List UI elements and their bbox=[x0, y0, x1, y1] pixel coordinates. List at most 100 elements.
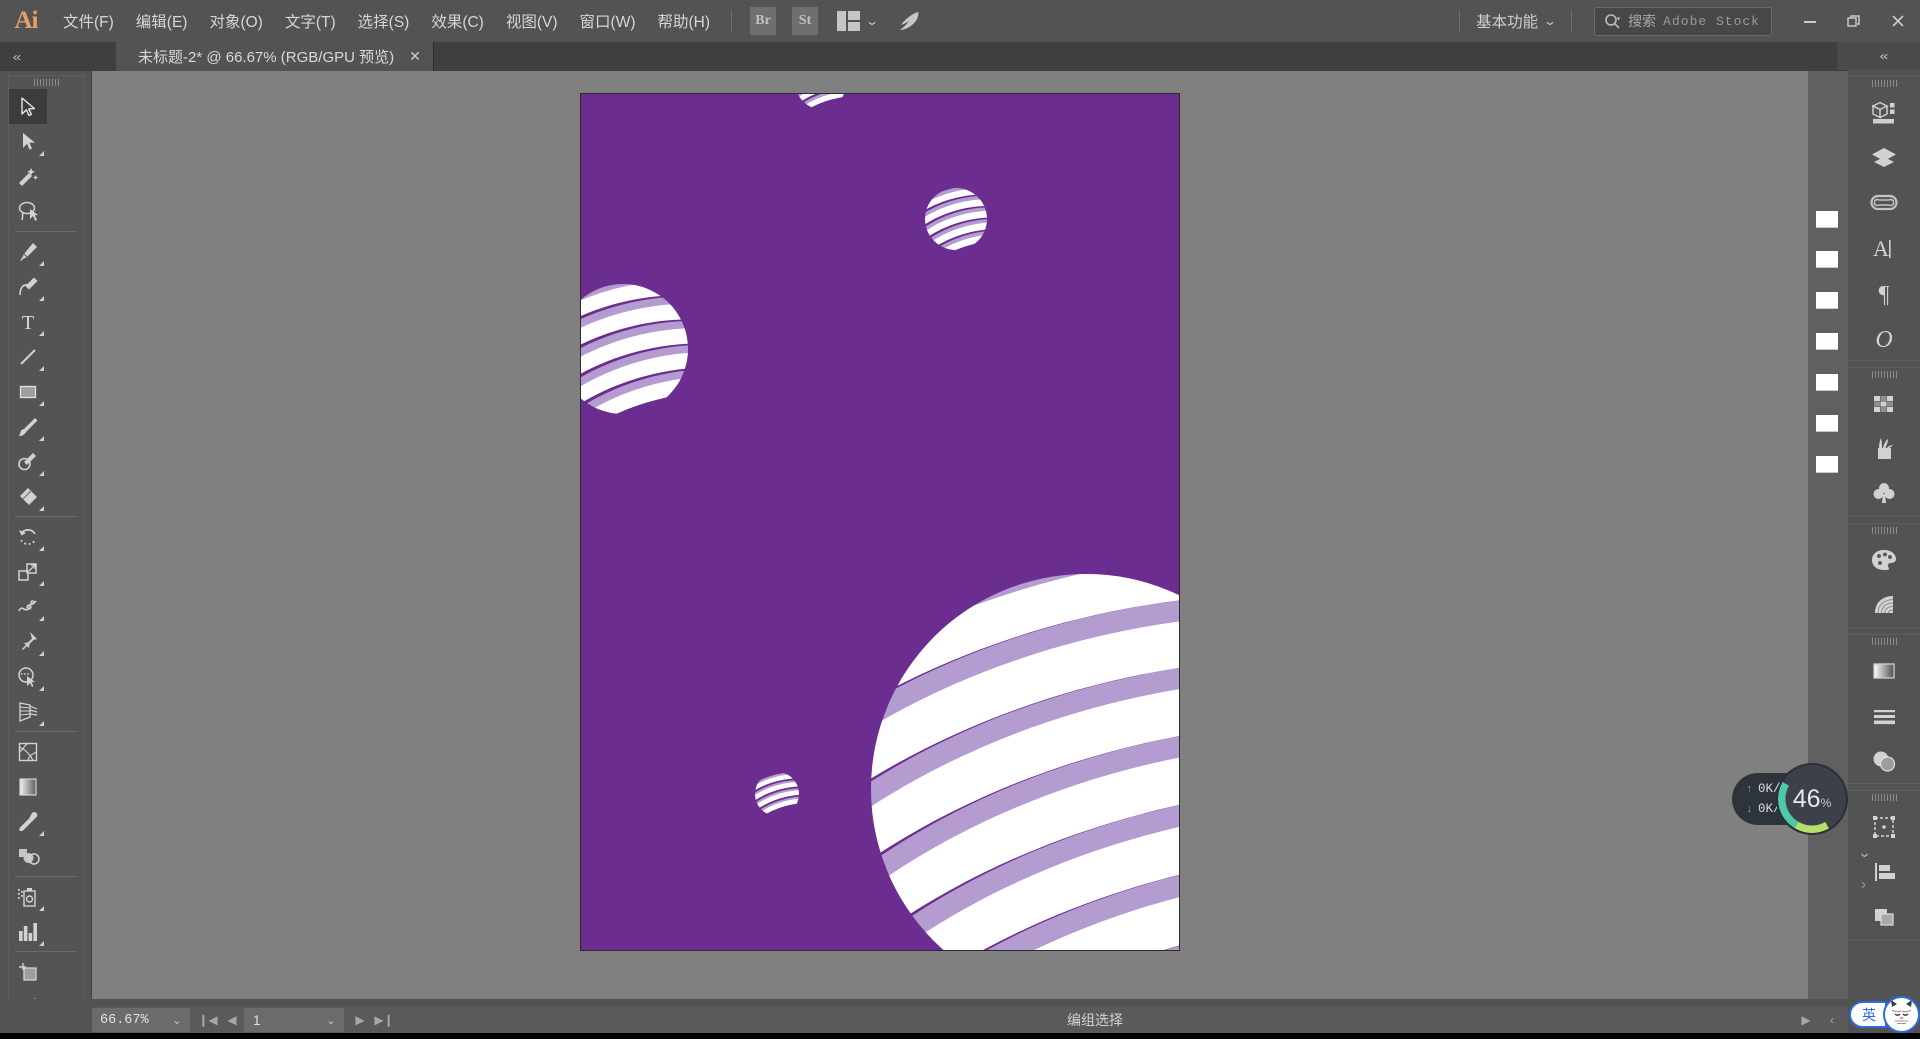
swatch-item[interactable] bbox=[1816, 251, 1838, 268]
zoom-level-input[interactable]: 66.67% bbox=[92, 1008, 164, 1032]
menu-edit[interactable]: 编辑(E) bbox=[125, 0, 199, 42]
shaper-tool[interactable] bbox=[9, 444, 47, 479]
swatch-item[interactable] bbox=[1816, 333, 1838, 350]
dock-group-grip[interactable] bbox=[1848, 791, 1920, 804]
tools-panel-grip[interactable] bbox=[9, 76, 83, 89]
menu-file[interactable]: 文件(F) bbox=[52, 0, 125, 42]
bridge-icon: Br bbox=[750, 7, 777, 35]
menu-effect[interactable]: 效果(C) bbox=[420, 0, 495, 42]
swatch-item[interactable] bbox=[1816, 415, 1838, 432]
gradient-icon[interactable] bbox=[1848, 648, 1920, 693]
eyedropper-tool[interactable] bbox=[9, 804, 47, 839]
transform-icon[interactable] bbox=[1848, 804, 1920, 849]
tray-expand-icon[interactable]: › bbox=[1861, 876, 1866, 893]
scale-tool[interactable] bbox=[9, 554, 47, 589]
bridge-button[interactable]: Br bbox=[746, 6, 780, 36]
direct-selection-tool[interactable] bbox=[9, 124, 47, 159]
cpu-usage-widget[interactable]: 46 % bbox=[1778, 765, 1846, 833]
paintbrush-tool[interactable] bbox=[9, 409, 47, 444]
paragraph-icon[interactable]: ¶ bbox=[1848, 270, 1920, 315]
stock-button[interactable]: St bbox=[788, 6, 822, 36]
perspective-grid-icon bbox=[19, 701, 38, 722]
menu-window[interactable]: 窗口(W) bbox=[569, 0, 647, 42]
mesh-tool[interactable] bbox=[9, 734, 47, 769]
dock-group-grip[interactable] bbox=[1848, 635, 1920, 648]
ime-indicator[interactable]: 英 bbox=[1849, 996, 1920, 1033]
rotate-tool[interactable] bbox=[9, 519, 47, 554]
stroke-icon[interactable] bbox=[1848, 693, 1920, 738]
tray-chevron-icon[interactable]: ⌄ bbox=[1857, 845, 1871, 861]
document-tab[interactable]: 未标题-2* @ 66.67% (RGB/GPU 预览) ✕ bbox=[116, 42, 434, 71]
brushes-icon[interactable] bbox=[1848, 426, 1920, 471]
pathfinder-icon[interactable] bbox=[1848, 894, 1920, 939]
home-button[interactable] bbox=[892, 6, 926, 36]
blend-tool[interactable] bbox=[9, 839, 47, 874]
close-icon[interactable]: ✕ bbox=[409, 48, 421, 65]
symbol-sprayer-tool[interactable] bbox=[9, 879, 47, 914]
pen-tool[interactable] bbox=[9, 234, 47, 269]
swatches-icon[interactable] bbox=[1848, 381, 1920, 426]
lasso-tool[interactable] bbox=[9, 194, 47, 229]
dock-group-grip[interactable] bbox=[1848, 368, 1920, 381]
color-guide-icon[interactable] bbox=[1848, 582, 1920, 627]
column-graph-tool[interactable] bbox=[9, 914, 47, 949]
artboard-dropdown-button[interactable]: ⌄ bbox=[318, 1008, 344, 1032]
shape-builder-tool[interactable] bbox=[9, 659, 47, 694]
prev-artboard-button[interactable]: ◀ bbox=[220, 1008, 244, 1032]
transparency-icon[interactable] bbox=[1848, 738, 1920, 783]
eraser-tool[interactable] bbox=[9, 479, 47, 514]
canvas-area[interactable]: ▲ ▼ bbox=[92, 71, 1848, 999]
curvature-tool[interactable] bbox=[9, 269, 47, 304]
magic-wand-tool[interactable] bbox=[9, 159, 47, 194]
minimize-button[interactable] bbox=[1788, 0, 1832, 42]
menu-view[interactable]: 视图(V) bbox=[495, 0, 569, 42]
flyout-indicator bbox=[39, 616, 44, 621]
arrange-documents-button[interactable]: ⌄ bbox=[830, 6, 884, 36]
artboard[interactable] bbox=[580, 93, 1180, 951]
workspace-switcher[interactable]: 基本功能 ⌄ bbox=[1470, 10, 1561, 32]
restore-button[interactable] bbox=[1832, 0, 1876, 42]
selection-tool[interactable] bbox=[9, 89, 47, 124]
width-tool[interactable] bbox=[9, 589, 47, 624]
perspective-grid-tool[interactable] bbox=[9, 694, 47, 729]
next-artboard-button[interactable]: ▶ bbox=[348, 1008, 372, 1032]
zoom-dropdown-button[interactable]: ⌄ bbox=[164, 1008, 190, 1032]
swatch-item[interactable] bbox=[1816, 211, 1838, 228]
menu-select[interactable]: 选择(S) bbox=[347, 0, 421, 42]
glyphs-icon[interactable]: O bbox=[1848, 315, 1920, 360]
dock-collapse-icon[interactable]: « bbox=[1837, 42, 1920, 70]
first-artboard-button[interactable]: ❙◀ bbox=[196, 1008, 220, 1032]
gradient-tool[interactable] bbox=[9, 769, 47, 804]
properties-icon[interactable] bbox=[1848, 90, 1920, 135]
free-transform-tool[interactable] bbox=[9, 624, 47, 659]
artboard-number-input[interactable]: 1 bbox=[244, 1008, 318, 1032]
symbols-icon[interactable] bbox=[1848, 471, 1920, 516]
flyout-indicator bbox=[39, 686, 44, 691]
swatch-item[interactable] bbox=[1816, 456, 1838, 473]
rectangle-tool[interactable] bbox=[9, 374, 47, 409]
ime-avatar[interactable] bbox=[1883, 996, 1920, 1033]
menu-object[interactable]: 对象(O) bbox=[198, 0, 273, 42]
dock-group-grip[interactable] bbox=[1848, 77, 1920, 90]
status-collapse-button[interactable]: ‹ bbox=[1820, 1008, 1844, 1032]
swatch-item[interactable] bbox=[1816, 292, 1838, 309]
libraries-icon[interactable] bbox=[1848, 180, 1920, 225]
chevron-down-icon: ⌄ bbox=[1543, 14, 1558, 28]
character-icon[interactable]: A bbox=[1848, 225, 1920, 270]
collapse-left-icon[interactable]: « bbox=[0, 42, 39, 71]
type-tool[interactable]: T bbox=[9, 304, 47, 339]
swatch-item[interactable] bbox=[1816, 374, 1838, 391]
search-adobe-stock-input[interactable]: 搜索 Adobe Stock bbox=[1594, 6, 1772, 36]
status-menu-button[interactable]: ▶ bbox=[1794, 1008, 1818, 1032]
menu-help[interactable]: 帮助(H) bbox=[646, 0, 721, 42]
tool-group-transform bbox=[9, 519, 83, 729]
menu-type[interactable]: 文字(T) bbox=[274, 0, 347, 42]
close-button[interactable] bbox=[1876, 0, 1920, 42]
dock-group-grip[interactable] bbox=[1848, 524, 1920, 537]
last-artboard-button[interactable]: ▶❙ bbox=[372, 1008, 396, 1032]
artboard-tool[interactable] bbox=[9, 954, 47, 989]
line-segment-tool[interactable] bbox=[9, 339, 47, 374]
layers-icon[interactable] bbox=[1848, 135, 1920, 180]
ime-mode-badge[interactable]: 英 bbox=[1849, 1001, 1887, 1028]
color-icon[interactable] bbox=[1848, 537, 1920, 582]
